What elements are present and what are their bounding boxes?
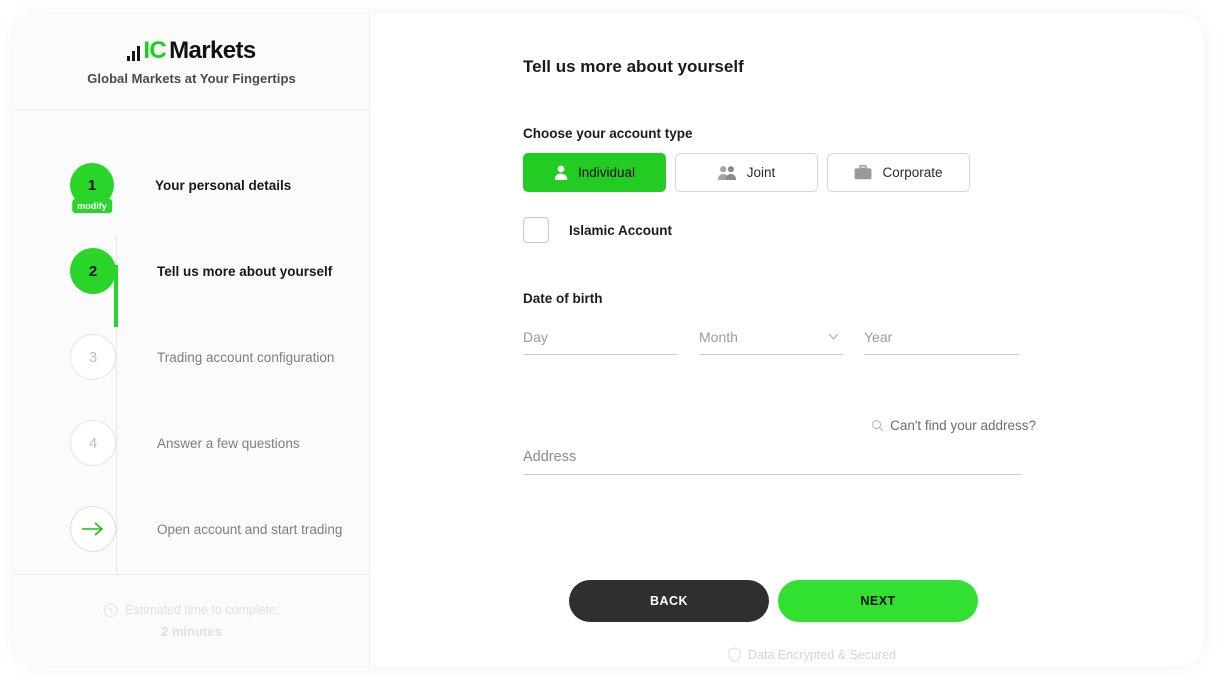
logo-primary-text: IC — [143, 36, 167, 64]
account-type-label: Choose your account type — [523, 126, 693, 141]
step-1-label: Your personal details — [155, 177, 292, 193]
shield-icon — [728, 647, 741, 662]
estimated-time-value: 2 minutes — [161, 623, 222, 639]
step-4-label: Answer a few questions — [157, 435, 300, 451]
brand-tagline: Global Markets at Your Fingertips — [87, 70, 296, 86]
onboarding-card: IC Markets Global Markets at Your Finger… — [14, 14, 1204, 666]
step-2-number: 2 — [88, 262, 98, 280]
step-5-bubble — [70, 506, 116, 552]
step-3-bubble: 3 — [70, 334, 116, 380]
islamic-account-checkbox[interactable] — [523, 217, 549, 243]
step-4-number: 4 — [88, 434, 98, 452]
sidebar-step-5[interactable]: Open account and start trading — [14, 486, 369, 572]
sidebar-step-4[interactable]: 4 Answer a few questions — [14, 400, 369, 486]
sidebar-step-2[interactable]: 2 Tell us more about yourself — [14, 228, 369, 314]
modify-badge[interactable]: modify — [72, 199, 112, 213]
dob-year-placeholder: Year — [864, 328, 893, 345]
cant-find-address-link[interactable]: Can't find your address? — [871, 418, 1036, 433]
security-note: Data Encrypted & Secured — [370, 647, 1204, 662]
search-icon — [872, 420, 884, 432]
account-type-joint-button[interactable]: Joint — [675, 153, 818, 192]
step-2-bubble: 2 — [70, 248, 116, 294]
account-type-group: Individual Joint Corporate — [523, 153, 970, 192]
logo: IC Markets — [127, 36, 256, 64]
step-2-label: Tell us more about yourself — [157, 263, 333, 279]
date-of-birth-group: Day Month Year — [523, 319, 1019, 355]
next-button[interactable]: NEXT — [778, 580, 978, 622]
account-type-individual-button[interactable]: Individual — [523, 153, 666, 192]
form-actions: BACK NEXT — [569, 580, 978, 622]
account-type-corporate-button[interactable]: Corporate — [827, 153, 970, 192]
cant-find-address-label: Can't find your address? — [890, 418, 1036, 433]
address-placeholder: Address — [523, 448, 577, 465]
security-note-label: Data Encrypted & Secured — [748, 647, 896, 662]
step-1-bubble: 1 modify — [70, 163, 114, 213]
dob-day-input[interactable]: Day — [523, 319, 678, 355]
estimated-time-row: Estimated time to complete: — [103, 603, 280, 618]
main-content: Tell us more about yourself Choose your … — [370, 14, 1204, 666]
dob-year-input[interactable]: Year — [864, 319, 1019, 355]
bar-chart-icon — [127, 45, 141, 61]
dob-month-select[interactable]: Month — [699, 319, 843, 355]
address-input[interactable]: Address — [523, 439, 1022, 475]
clock-icon — [103, 603, 118, 617]
account-type-individual-label: Individual — [577, 165, 636, 180]
app-root: IC Markets Global Markets at Your Finger… — [0, 0, 1218, 678]
estimated-time-label: Estimated time to complete: — [125, 603, 280, 617]
sidebar-step-3[interactable]: 3 Trading account configuration — [14, 314, 369, 400]
account-type-joint-label: Joint — [746, 165, 776, 180]
chevron-down-icon — [828, 333, 839, 340]
islamic-account-row: Islamic Account — [523, 217, 672, 243]
briefcase-icon — [855, 165, 872, 180]
sidebar-step-1[interactable]: 1 modify Your personal details — [14, 142, 369, 228]
logo-secondary-text: Markets — [169, 36, 256, 64]
arrow-right-icon — [82, 522, 104, 536]
step-list: 1 modify Your personal details 2 Tell us… — [14, 110, 369, 574]
dob-month-placeholder: Month — [699, 328, 738, 345]
sidebar-footer: Estimated time to complete: 2 minutes — [14, 574, 369, 666]
brand-header: IC Markets Global Markets at Your Finger… — [14, 14, 369, 110]
person-icon — [554, 165, 568, 180]
step-1-number: 1 — [87, 176, 97, 194]
account-type-corporate-label: Corporate — [882, 165, 943, 180]
back-button[interactable]: BACK — [569, 580, 769, 622]
date-of-birth-label: Date of birth — [523, 291, 603, 306]
two-people-icon — [717, 166, 736, 180]
step-3-number: 3 — [88, 348, 98, 366]
dob-day-placeholder: Day — [523, 328, 548, 345]
page-title: Tell us more about yourself — [523, 57, 744, 76]
step-4-bubble: 4 — [70, 420, 116, 466]
sidebar: IC Markets Global Markets at Your Finger… — [14, 14, 370, 666]
step-5-label: Open account and start trading — [157, 521, 343, 537]
step-3-label: Trading account configuration — [157, 349, 335, 365]
islamic-account-label: Islamic Account — [569, 222, 673, 238]
